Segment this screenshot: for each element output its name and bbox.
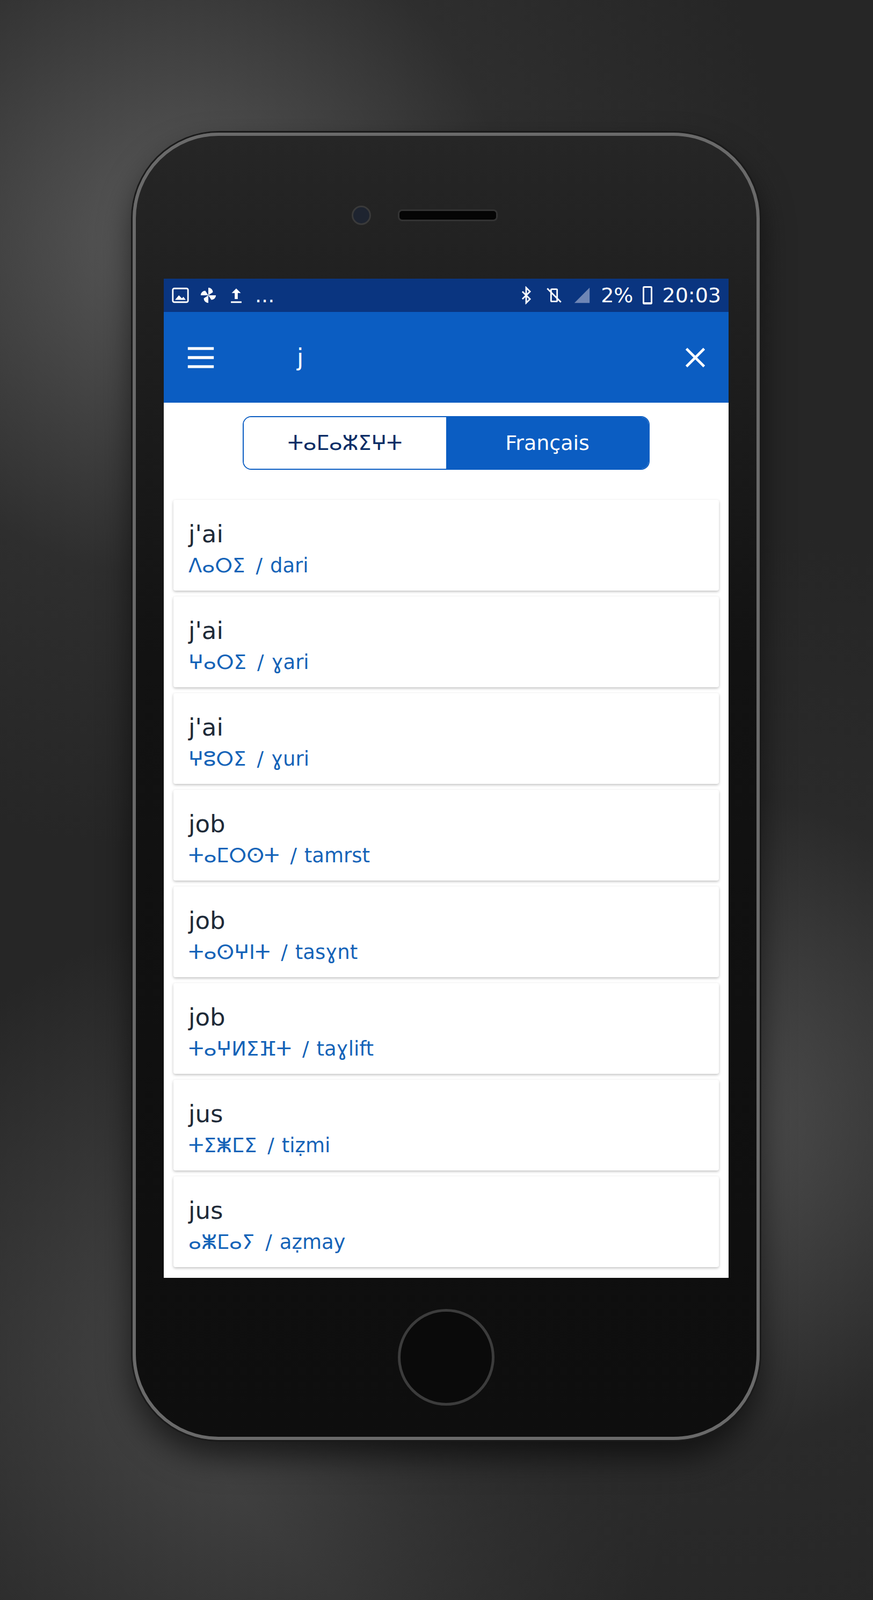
photo-background: ... 2% 20:03 j ⵜⴰⵎⴰⵣⵉⵖⵜFrançais j'ai ⴷⴰⵔⵉ/dari… [0, 0, 873, 1600]
result-word: j'ai [188, 713, 704, 742]
result-translation: ⴷⴰⵔⵉ/dari [188, 554, 704, 578]
result-item[interactable]: j'ai ⴷⴰⵔⵉ/dari [173, 499, 719, 591]
result-word: job [188, 1003, 704, 1032]
bluetooth-icon [517, 286, 536, 305]
bottom-bezel [163, 1277, 729, 1437]
app-bar: j [163, 311, 729, 403]
vibrate-off-icon [544, 286, 564, 305]
close-icon[interactable] [683, 345, 708, 370]
results-list: j'aiⴷⴰⵔⵉ/darij'aiⵖⴰⵔⵉ/ɣarij'aiⵖⵓⵔⵉ/ɣurij… [163, 499, 729, 1278]
result-translation: ⵖⴰⵔⵉ/ɣari [188, 651, 704, 675]
language-tab[interactable]: ⵜⴰⵎⴰⵣⵉⵖⵜ [243, 417, 447, 469]
result-word: job [188, 810, 704, 839]
battery-icon [642, 286, 653, 305]
home-button[interactable] [397, 1308, 495, 1406]
result-item[interactable]: job ⵜⴰⵎⵔⵙⵜ/tamrst [173, 789, 719, 881]
speaker-icon [397, 209, 498, 222]
result-translation: ⴰⵥⵎⴰⵢ/aẓmay [188, 1231, 704, 1255]
clock: 20:03 [661, 283, 722, 308]
result-translation: ⵜⴰⵖⵍⵉⴼⵜ/taɣlift [188, 1037, 704, 1061]
menu-icon[interactable] [185, 342, 217, 374]
top-bezel [163, 135, 729, 279]
result-word: job [188, 906, 704, 935]
upload-icon [227, 286, 246, 305]
result-translation: ⵜⴰⵙⵖⵏⵜ/tasɣnt [188, 941, 704, 965]
result-word: jus [188, 1100, 704, 1129]
result-item[interactable]: j'ai ⵖⴰⵔⵉ/ɣari [173, 596, 719, 688]
signal-icon [572, 286, 592, 305]
result-translation: ⵜⵉⵥⵎⵉ/tiẓmi [188, 1134, 704, 1158]
result-translation: ⵖⵓⵔⵉ/ɣuri [188, 747, 704, 771]
result-word: jus [188, 1196, 704, 1225]
more-notifications: ... [255, 283, 275, 308]
status-bar: ... 2% 20:03 [163, 278, 729, 312]
result-item[interactable]: job ⵜⴰⵙⵖⵏⵜ/tasɣnt [173, 886, 719, 978]
result-item[interactable]: j'ai ⵖⵓⵔⵉ/ɣuri [173, 693, 719, 784]
battery-percent: 2% [600, 283, 634, 308]
sync-icon [199, 286, 218, 305]
search-field[interactable]: j [296, 343, 684, 371]
language-toggle: ⵜⴰⵎⴰⵣⵉⵖⵜFrançais [242, 416, 650, 470]
result-word: j'ai [188, 616, 704, 645]
result-item[interactable]: jus ⴰⵥⵎⴰⵢ/aẓmay [173, 1176, 719, 1268]
phone: ... 2% 20:03 j ⵜⴰⵎⴰⵣⵉⵖⵜFrançais j'ai ⴷⴰⵔⵉ/dari… [132, 132, 760, 1440]
result-item[interactable]: job ⵜⴰⵖⵍⵉⴼⵜ/taɣlift [173, 983, 719, 1074]
image-icon [171, 286, 190, 305]
screen: ... 2% 20:03 j ⵜⴰⵎⴰⵣⵉⵖⵜFrançais j'ai ⴷⴰⵔⵉ/dari… [163, 278, 729, 1278]
camera-icon [351, 205, 371, 225]
result-item[interactable]: jus ⵜⵉⵥⵎⵉ/tiẓmi [173, 1079, 719, 1171]
result-word: j'ai [188, 520, 704, 549]
language-tab[interactable]: Français [446, 417, 649, 469]
result-translation: ⵜⴰⵎⵔⵙⵜ/tamrst [188, 844, 704, 868]
